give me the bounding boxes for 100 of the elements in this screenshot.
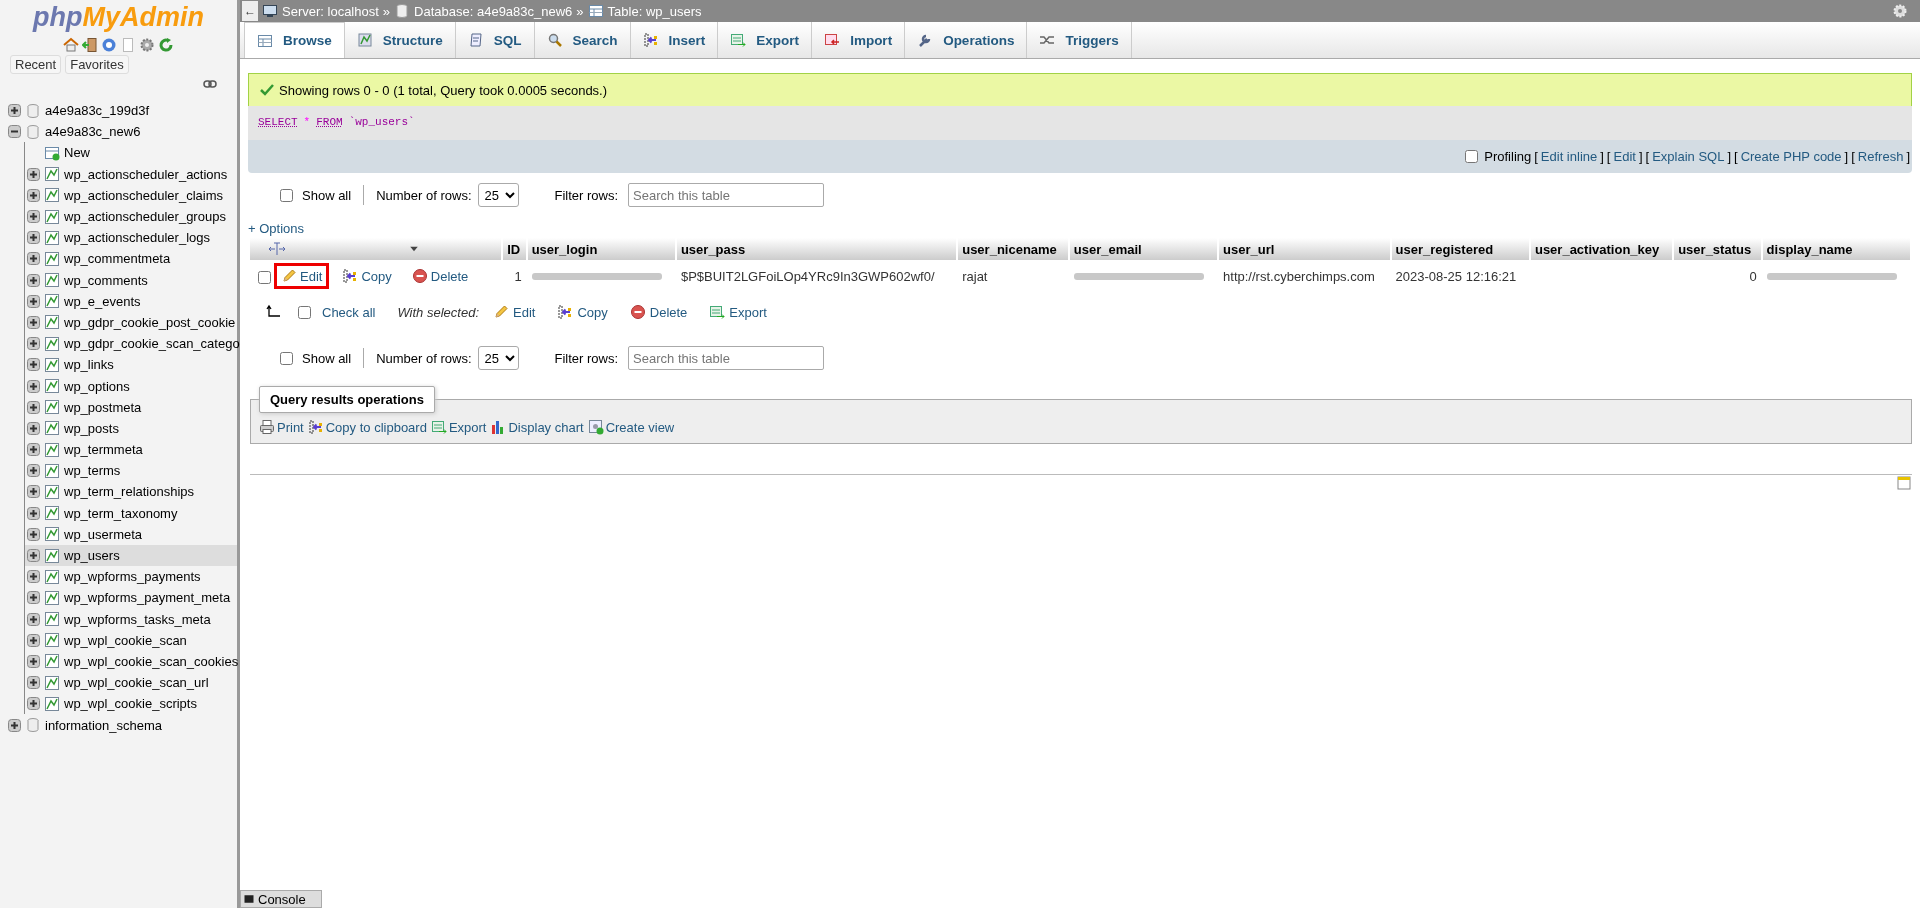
expand-icon[interactable] xyxy=(27,315,40,329)
column-header[interactable]: user_pass xyxy=(676,238,957,260)
collapse-icon[interactable] xyxy=(8,125,21,139)
tab[interactable]: Triggers xyxy=(1027,22,1132,58)
column-header[interactable]: ID xyxy=(503,238,526,260)
query-operation-link[interactable]: Print xyxy=(259,419,304,435)
query-operation-link[interactable]: Export xyxy=(430,419,487,435)
sql-link[interactable]: Edit inline xyxy=(1540,149,1598,164)
logo[interactable]: phpMyAdmin xyxy=(33,2,204,33)
expand-icon[interactable] xyxy=(27,549,40,563)
table-list-item[interactable]: wp_comments xyxy=(25,269,237,291)
options-link[interactable]: + Options xyxy=(248,221,1912,236)
expand-icon[interactable] xyxy=(27,252,40,266)
checkbox[interactable] xyxy=(280,351,293,365)
table-list-item[interactable]: wp_wpforms_payments xyxy=(25,566,237,588)
table-list-item[interactable]: wp_wpl_cookie_scan_cookies xyxy=(25,650,237,673)
query-operation-link[interactable]: Display chart xyxy=(490,419,584,435)
table-list-item[interactable]: wp_gdpr_cookie_scan_catego xyxy=(25,333,237,355)
sql-link[interactable]: Edit xyxy=(1613,149,1636,164)
back-button[interactable]: ← xyxy=(242,1,258,21)
bulk-action-link[interactable]: Delete xyxy=(629,304,688,320)
table-list-item[interactable]: wp_options xyxy=(25,375,237,397)
bulk-action-link[interactable]: Edit xyxy=(493,304,536,320)
table-list-item[interactable]: wp_actionscheduler_groups xyxy=(25,205,237,228)
column-header[interactable]: user_email xyxy=(1069,238,1218,260)
expand-icon[interactable] xyxy=(27,591,40,605)
column-header[interactable]: user_login xyxy=(527,238,675,260)
expand-icon[interactable] xyxy=(27,379,40,393)
expand-icon[interactable] xyxy=(27,697,40,711)
column-header[interactable]: user_nicename xyxy=(958,238,1068,260)
table-list-item[interactable]: wp_wpl_cookie_scan_url xyxy=(25,672,237,694)
table-list-item[interactable]: wp_term_taxonomy xyxy=(25,502,237,524)
expand-icon[interactable] xyxy=(27,443,40,457)
table-list-item[interactable]: wp_links xyxy=(25,354,237,376)
column-header[interactable]: display_name xyxy=(1762,238,1910,260)
table-list-item[interactable]: wp_postmeta xyxy=(25,396,237,418)
expand-icon[interactable] xyxy=(27,654,40,668)
check-all-link[interactable]: Check all xyxy=(322,304,376,320)
checkbox[interactable] xyxy=(280,188,293,202)
expand-icon[interactable] xyxy=(27,464,40,478)
expand-icon[interactable] xyxy=(27,167,40,181)
tab[interactable]: Import xyxy=(812,22,906,58)
table-list-item[interactable]: wp_gdpr_cookie_post_cookie xyxy=(25,311,237,334)
tab[interactable]: Structure xyxy=(344,22,456,58)
tab[interactable]: Insert xyxy=(630,22,719,58)
table-list-item[interactable]: wp_users xyxy=(25,544,237,567)
checkbox[interactable] xyxy=(298,305,311,319)
expand-icon[interactable] xyxy=(27,676,40,690)
bulk-action-link[interactable]: Export xyxy=(709,304,767,320)
filter-field[interactable]: Search this table xyxy=(628,346,825,370)
expand-icon[interactable] xyxy=(8,718,21,732)
table-list-item[interactable]: wp_wpforms_tasks_meta xyxy=(25,608,237,630)
table-list-item[interactable]: wp_wpl_cookie_scan xyxy=(25,629,237,651)
bulk-action-link[interactable]: Copy xyxy=(557,304,608,320)
link-icon[interactable] xyxy=(203,80,217,88)
table-list-item[interactable]: wp_termmeta xyxy=(25,439,237,461)
row-action-link[interactable]: Edit xyxy=(274,263,330,289)
column-header[interactable]: user_status xyxy=(1674,238,1761,260)
table-list-item[interactable]: wp_actionscheduler_actions xyxy=(25,163,237,185)
tab[interactable]: Browse xyxy=(244,22,345,58)
sidebar-tab-button[interactable]: Favorites xyxy=(65,55,129,74)
sql-link[interactable]: Refresh xyxy=(1857,149,1904,164)
tab[interactable]: Search xyxy=(534,22,631,58)
tab[interactable]: SQL xyxy=(455,22,535,58)
column-header[interactable]: user_activation_key xyxy=(1530,238,1673,260)
expand-icon[interactable] xyxy=(27,612,40,626)
table-list-item[interactable]: wp_wpl_cookie_scripts xyxy=(25,693,237,715)
expand-icon[interactable] xyxy=(27,527,40,541)
expand-icon[interactable] xyxy=(27,273,40,287)
expand-icon[interactable] xyxy=(27,231,40,245)
table-list-item[interactable]: wp_e_events xyxy=(25,290,237,312)
expand-icon[interactable] xyxy=(27,485,40,499)
checkbox[interactable] xyxy=(1465,150,1479,163)
table-list-item[interactable]: New xyxy=(25,142,237,164)
sql-link[interactable]: Explain SQL xyxy=(1652,149,1725,164)
rows-select[interactable]: 25 xyxy=(477,346,519,370)
table-list-item[interactable]: wp_posts xyxy=(25,417,237,439)
expand-icon[interactable] xyxy=(27,506,40,520)
expand-icon[interactable] xyxy=(27,421,40,435)
expand-icon[interactable] xyxy=(27,570,40,584)
database-name[interactable]: a4e9a83c_199d3f xyxy=(45,103,150,119)
sql-link[interactable]: Create PHP code xyxy=(1740,149,1842,164)
row-action-link[interactable]: Delete xyxy=(404,263,476,289)
expand-icon[interactable] xyxy=(27,358,40,372)
console-tab[interactable]: Console xyxy=(240,890,322,908)
table-list-item[interactable]: wp_commentmeta xyxy=(25,248,237,270)
expand-icon[interactable] xyxy=(27,400,40,414)
breadcrumb-link[interactable]: Server: localhost xyxy=(282,3,379,19)
expand-icon[interactable] xyxy=(27,633,40,647)
checkbox[interactable] xyxy=(258,271,271,284)
tab[interactable]: Export xyxy=(718,22,813,58)
column-header[interactable]: user_registered xyxy=(1391,238,1529,260)
filter-field[interactable]: Search this table xyxy=(628,183,825,207)
table-list-item[interactable]: wp_usermeta xyxy=(25,523,237,545)
expand-icon[interactable] xyxy=(27,210,40,224)
table-list-item[interactable]: wp_actionscheduler_logs xyxy=(25,227,237,249)
row-action-link[interactable]: Copy xyxy=(335,263,399,289)
rows-select[interactable]: 25 xyxy=(477,183,519,207)
tab[interactable]: Operations xyxy=(905,22,1028,58)
database-name[interactable]: a4e9a83c_new6 xyxy=(45,124,141,140)
